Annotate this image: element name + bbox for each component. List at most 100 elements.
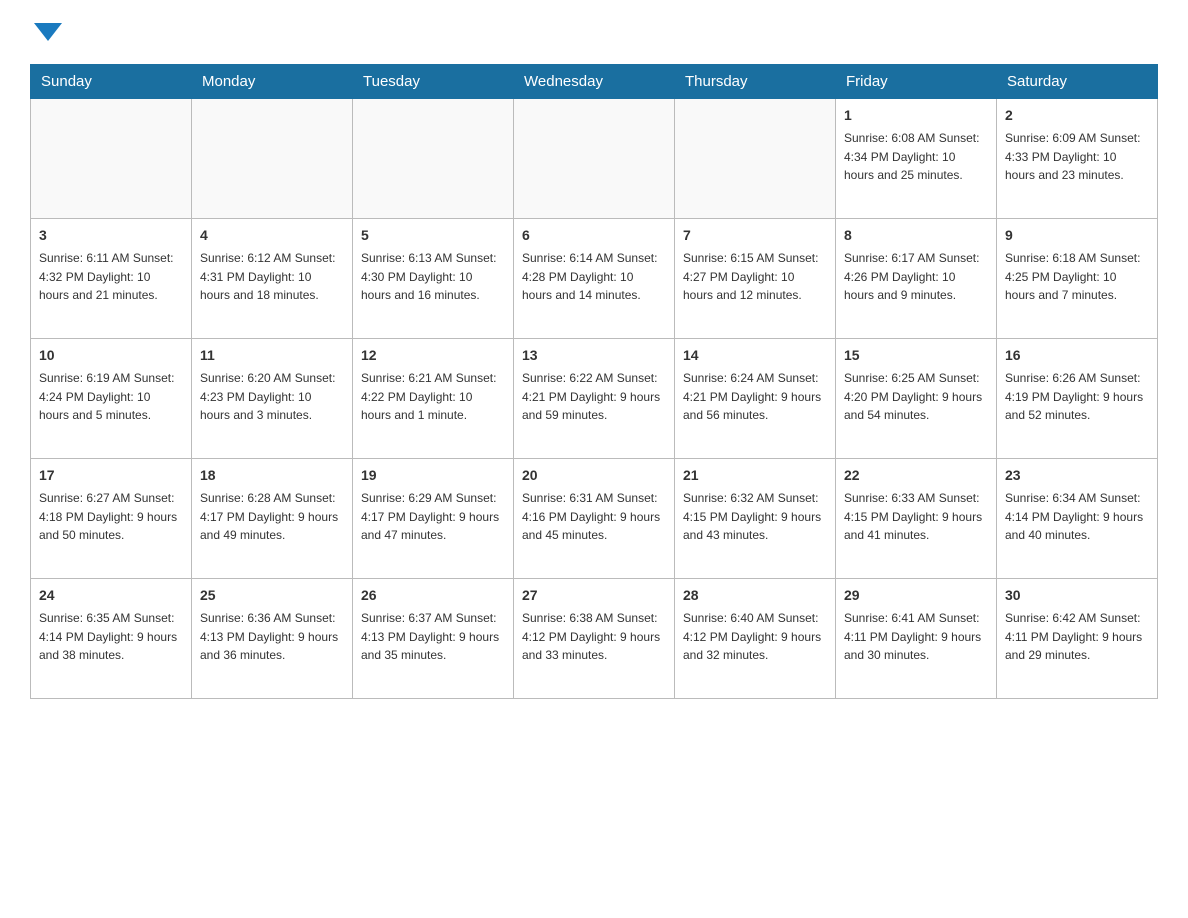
cell-content: Sunrise: 6:40 AM Sunset: 4:12 PM Dayligh… bbox=[683, 609, 827, 665]
day-number: 21 bbox=[683, 465, 827, 486]
day-number: 4 bbox=[200, 225, 344, 246]
day-number: 5 bbox=[361, 225, 505, 246]
calendar-cell: 24 Sunrise: 6:35 AM Sunset: 4:14 PM Dayli… bbox=[31, 579, 192, 699]
calendar-cell: 7 Sunrise: 6:15 AM Sunset: 4:27 PM Daylig… bbox=[675, 219, 836, 339]
day-number: 14 bbox=[683, 345, 827, 366]
day-number: 28 bbox=[683, 585, 827, 606]
calendar-cell: 15 Sunrise: 6:25 AM Sunset: 4:20 PM Dayli… bbox=[836, 339, 997, 459]
weekday-header-saturday: Saturday bbox=[997, 65, 1158, 99]
calendar-cell: 20 Sunrise: 6:31 AM Sunset: 4:16 PM Dayli… bbox=[514, 459, 675, 579]
calendar-cell: 25 Sunrise: 6:36 AM Sunset: 4:13 PM Dayli… bbox=[192, 579, 353, 699]
cell-content: Sunrise: 6:13 AM Sunset: 4:30 PM Dayligh… bbox=[361, 249, 505, 305]
cell-content: Sunrise: 6:25 AM Sunset: 4:20 PM Dayligh… bbox=[844, 369, 988, 425]
cell-content: Sunrise: 6:19 AM Sunset: 4:24 PM Dayligh… bbox=[39, 369, 183, 425]
cell-content: Sunrise: 6:11 AM Sunset: 4:32 PM Dayligh… bbox=[39, 249, 183, 305]
calendar-cell: 18 Sunrise: 6:28 AM Sunset: 4:17 PM Dayli… bbox=[192, 459, 353, 579]
calendar-table: SundayMondayTuesdayWednesdayThursdayFrid… bbox=[30, 64, 1158, 699]
day-number: 11 bbox=[200, 345, 344, 366]
calendar-cell: 22 Sunrise: 6:33 AM Sunset: 4:15 PM Dayli… bbox=[836, 459, 997, 579]
page-header bbox=[30, 20, 1158, 48]
day-number: 6 bbox=[522, 225, 666, 246]
calendar-cell: 28 Sunrise: 6:40 AM Sunset: 4:12 PM Dayli… bbox=[675, 579, 836, 699]
cell-content: Sunrise: 6:37 AM Sunset: 4:13 PM Dayligh… bbox=[361, 609, 505, 665]
day-number: 25 bbox=[200, 585, 344, 606]
day-number: 7 bbox=[683, 225, 827, 246]
cell-content: Sunrise: 6:38 AM Sunset: 4:12 PM Dayligh… bbox=[522, 609, 666, 665]
calendar-cell: 14 Sunrise: 6:24 AM Sunset: 4:21 PM Dayli… bbox=[675, 339, 836, 459]
cell-content: Sunrise: 6:14 AM Sunset: 4:28 PM Dayligh… bbox=[522, 249, 666, 305]
cell-content: Sunrise: 6:20 AM Sunset: 4:23 PM Dayligh… bbox=[200, 369, 344, 425]
day-number: 23 bbox=[1005, 465, 1149, 486]
cell-content: Sunrise: 6:35 AM Sunset: 4:14 PM Dayligh… bbox=[39, 609, 183, 665]
calendar-cell: 16 Sunrise: 6:26 AM Sunset: 4:19 PM Dayli… bbox=[997, 339, 1158, 459]
day-number: 17 bbox=[39, 465, 183, 486]
calendar-cell bbox=[192, 99, 353, 219]
cell-content: Sunrise: 6:27 AM Sunset: 4:18 PM Dayligh… bbox=[39, 489, 183, 545]
cell-content: Sunrise: 6:26 AM Sunset: 4:19 PM Dayligh… bbox=[1005, 369, 1149, 425]
cell-content: Sunrise: 6:09 AM Sunset: 4:33 PM Dayligh… bbox=[1005, 129, 1149, 185]
day-number: 8 bbox=[844, 225, 988, 246]
cell-content: Sunrise: 6:29 AM Sunset: 4:17 PM Dayligh… bbox=[361, 489, 505, 545]
cell-content: Sunrise: 6:17 AM Sunset: 4:26 PM Dayligh… bbox=[844, 249, 988, 305]
logo-general-text bbox=[30, 20, 62, 48]
calendar-cell bbox=[675, 99, 836, 219]
weekday-header-sunday: Sunday bbox=[31, 65, 192, 99]
cell-content: Sunrise: 6:36 AM Sunset: 4:13 PM Dayligh… bbox=[200, 609, 344, 665]
weekday-header-friday: Friday bbox=[836, 65, 997, 99]
calendar-cell: 4 Sunrise: 6:12 AM Sunset: 4:31 PM Daylig… bbox=[192, 219, 353, 339]
calendar-cell: 8 Sunrise: 6:17 AM Sunset: 4:26 PM Daylig… bbox=[836, 219, 997, 339]
calendar-cell: 19Sunrise: 6:29 AM Sunset: 4:17 PM Dayli… bbox=[353, 459, 514, 579]
calendar-cell: 23Sunrise: 6:34 AM Sunset: 4:14 PM Dayli… bbox=[997, 459, 1158, 579]
calendar-cell bbox=[31, 99, 192, 219]
calendar-cell: 27 Sunrise: 6:38 AM Sunset: 4:12 PM Dayli… bbox=[514, 579, 675, 699]
cell-content: Sunrise: 6:08 AM Sunset: 4:34 PM Dayligh… bbox=[844, 129, 988, 185]
day-number: 22 bbox=[844, 465, 988, 486]
calendar-cell: 1 Sunrise: 6:08 AM Sunset: 4:34 PM Daylig… bbox=[836, 99, 997, 219]
calendar-cell: 29 Sunrise: 6:41 AM Sunset: 4:11 PM Dayli… bbox=[836, 579, 997, 699]
day-number: 18 bbox=[200, 465, 344, 486]
logo bbox=[30, 20, 62, 48]
calendar-cell: 6 Sunrise: 6:14 AM Sunset: 4:28 PM Daylig… bbox=[514, 219, 675, 339]
day-number: 27 bbox=[522, 585, 666, 606]
day-number: 10 bbox=[39, 345, 183, 366]
calendar-cell: 11 Sunrise: 6:20 AM Sunset: 4:23 PM Dayli… bbox=[192, 339, 353, 459]
day-number: 13 bbox=[522, 345, 666, 366]
calendar-cell bbox=[514, 99, 675, 219]
weekday-header-tuesday: Tuesday bbox=[353, 65, 514, 99]
calendar-cell: 10 Sunrise: 6:19 AM Sunset: 4:24 PM Dayli… bbox=[31, 339, 192, 459]
day-number: 24 bbox=[39, 585, 183, 606]
calendar-cell bbox=[353, 99, 514, 219]
cell-content: Sunrise: 6:42 AM Sunset: 4:11 PM Dayligh… bbox=[1005, 609, 1149, 665]
weekday-header-monday: Monday bbox=[192, 65, 353, 99]
cell-content: Sunrise: 6:28 AM Sunset: 4:17 PM Dayligh… bbox=[200, 489, 344, 545]
day-number: 15 bbox=[844, 345, 988, 366]
cell-content: Sunrise: 6:15 AM Sunset: 4:27 PM Dayligh… bbox=[683, 249, 827, 305]
cell-content: Sunrise: 6:33 AM Sunset: 4:15 PM Dayligh… bbox=[844, 489, 988, 545]
cell-content: Sunrise: 6:21 AM Sunset: 4:22 PM Dayligh… bbox=[361, 369, 505, 425]
calendar-cell: 9Sunrise: 6:18 AM Sunset: 4:25 PM Daylig… bbox=[997, 219, 1158, 339]
day-number: 12 bbox=[361, 345, 505, 366]
day-number: 16 bbox=[1005, 345, 1149, 366]
calendar-cell: 21 Sunrise: 6:32 AM Sunset: 4:15 PM Dayli… bbox=[675, 459, 836, 579]
calendar-cell: 5 Sunrise: 6:13 AM Sunset: 4:30 PM Daylig… bbox=[353, 219, 514, 339]
day-number: 9 bbox=[1005, 225, 1149, 246]
cell-content: Sunrise: 6:22 AM Sunset: 4:21 PM Dayligh… bbox=[522, 369, 666, 425]
day-number: 2 bbox=[1005, 105, 1149, 126]
cell-content: Sunrise: 6:12 AM Sunset: 4:31 PM Dayligh… bbox=[200, 249, 344, 305]
calendar-cell: 12 Sunrise: 6:21 AM Sunset: 4:22 PM Dayli… bbox=[353, 339, 514, 459]
weekday-header-thursday: Thursday bbox=[675, 65, 836, 99]
cell-content: Sunrise: 6:32 AM Sunset: 4:15 PM Dayligh… bbox=[683, 489, 827, 545]
calendar-cell: 17 Sunrise: 6:27 AM Sunset: 4:18 PM Dayli… bbox=[31, 459, 192, 579]
day-number: 1 bbox=[844, 105, 988, 126]
calendar-cell: 13 Sunrise: 6:22 AM Sunset: 4:21 PM Dayli… bbox=[514, 339, 675, 459]
calendar-cell: 3 Sunrise: 6:11 AM Sunset: 4:32 PM Daylig… bbox=[31, 219, 192, 339]
calendar-cell: 26Sunrise: 6:37 AM Sunset: 4:13 PM Dayli… bbox=[353, 579, 514, 699]
day-number: 29 bbox=[844, 585, 988, 606]
day-number: 30 bbox=[1005, 585, 1149, 606]
cell-content: Sunrise: 6:31 AM Sunset: 4:16 PM Dayligh… bbox=[522, 489, 666, 545]
day-number: 20 bbox=[522, 465, 666, 486]
day-number: 3 bbox=[39, 225, 183, 246]
cell-content: Sunrise: 6:41 AM Sunset: 4:11 PM Dayligh… bbox=[844, 609, 988, 665]
cell-content: Sunrise: 6:24 AM Sunset: 4:21 PM Dayligh… bbox=[683, 369, 827, 425]
logo-triangle-icon bbox=[34, 23, 62, 41]
